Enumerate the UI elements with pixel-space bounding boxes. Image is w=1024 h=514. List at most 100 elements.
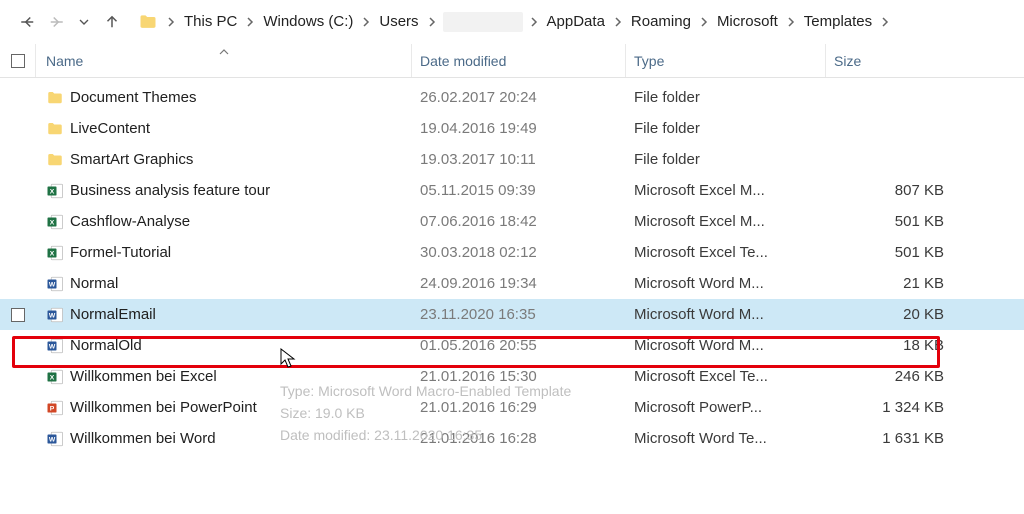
file-row[interactable]: WNormalOld01.05.2016 20:55Microsoft Word…: [0, 330, 1024, 361]
file-date: 21.01.2016 16:28: [412, 430, 626, 447]
folder-icon: [138, 12, 158, 32]
svg-text:X: X: [50, 188, 55, 195]
file-row[interactable]: XFormel-Tutorial30.03.2018 02:12Microsof…: [0, 237, 1024, 268]
file-name: Willkommen bei Word: [70, 430, 216, 447]
file-type: Microsoft Word Te...: [626, 430, 826, 447]
chevron-right-icon[interactable]: [529, 17, 539, 27]
select-all-checkbox[interactable]: [0, 44, 36, 77]
row-checkbox-cell[interactable]: [0, 308, 36, 322]
file-row[interactable]: W Willkommen bei Word 21.01.2016 16:28Micr…: [0, 423, 1024, 454]
svg-text:P: P: [50, 405, 55, 412]
file-size: 1 324 KB: [826, 399, 984, 416]
excel-icon: X: [46, 182, 64, 200]
file-row[interactable]: LiveContent19.04.2016 19:49File folder: [0, 113, 1024, 144]
word-icon: W: [46, 275, 64, 293]
file-date: 19.03.2017 10:11: [412, 151, 626, 168]
row-checkbox[interactable]: [11, 308, 25, 322]
file-type: Microsoft Excel Te...: [626, 244, 826, 261]
column-header-date[interactable]: Date modified: [412, 44, 626, 77]
file-name-cell[interactable]: X Willkommen bei Excel: [36, 368, 412, 386]
chevron-right-icon[interactable]: [245, 17, 255, 27]
file-row[interactable]: PWillkommen bei PowerPoint21.01.2016 16:…: [0, 392, 1024, 423]
chevron-right-icon[interactable]: [699, 17, 709, 27]
breadcrumb-segment[interactable]: Windows (C:): [261, 11, 355, 32]
file-type: Microsoft Word M...: [626, 337, 826, 354]
file-type: Microsoft Word M...: [626, 306, 826, 323]
excel-icon: X: [46, 368, 64, 386]
file-name-cell[interactable]: X Business analysis feature tour: [36, 182, 412, 200]
chevron-right-icon[interactable]: [880, 17, 890, 27]
file-row[interactable]: XBusiness analysis feature tour05.11.201…: [0, 175, 1024, 206]
file-name-cell[interactable]: W Willkommen bei Word: [36, 430, 412, 448]
file-size: 1 631 KB: [826, 430, 984, 447]
file-date: 07.06.2016 18:42: [412, 213, 626, 230]
chevron-right-icon[interactable]: [613, 17, 623, 27]
column-header-size[interactable]: Size: [826, 44, 984, 77]
chevron-right-icon[interactable]: [786, 17, 796, 27]
breadcrumb-segment[interactable]: This PC: [182, 11, 239, 32]
chevron-right-icon[interactable]: [361, 17, 371, 27]
file-type: Microsoft PowerP...: [626, 399, 826, 416]
file-type: File folder: [626, 120, 826, 137]
mouse-cursor-icon: [280, 348, 296, 370]
breadcrumb-segment[interactable]: Roaming: [629, 11, 693, 32]
file-name: Business analysis feature tour: [70, 182, 270, 199]
file-name: NormalEmail: [70, 306, 156, 323]
file-name: Willkommen bei PowerPoint: [70, 399, 257, 416]
recent-locations-dropdown[interactable]: [70, 8, 98, 36]
file-size: 501 KB: [826, 213, 984, 230]
file-name: Cashflow-Analyse: [70, 213, 190, 230]
file-row[interactable]: Document Themes26.02.2017 20:24File fold…: [0, 82, 1024, 113]
svg-text:X: X: [50, 250, 55, 257]
column-label: Size: [834, 53, 861, 69]
svg-text:X: X: [50, 374, 55, 381]
chevron-right-icon[interactable]: [166, 17, 176, 27]
breadcrumb-segment[interactable]: AppData: [545, 11, 607, 32]
file-size: 20 KB: [826, 306, 984, 323]
file-size: 21 KB: [826, 275, 984, 292]
file-row[interactable]: WNormal24.09.2016 19:34Microsoft Word M.…: [0, 268, 1024, 299]
file-name-cell[interactable]: WNormalOld: [36, 337, 412, 355]
back-button[interactable]: [14, 8, 42, 36]
breadcrumb-segment[interactable]: Microsoft: [715, 11, 780, 32]
file-size: 246 KB: [826, 368, 984, 385]
file-name-cell[interactable]: X Cashflow-Analyse: [36, 213, 412, 231]
file-row[interactable]: SmartArt Graphics19.03.2017 10:11File fo…: [0, 144, 1024, 175]
breadcrumb-segment[interactable]: Templates: [802, 11, 874, 32]
svg-text:W: W: [49, 281, 56, 288]
word-icon: W: [46, 306, 64, 324]
file-name-cell[interactable]: P Willkommen bei PowerPoint: [36, 399, 412, 417]
file-row[interactable]: WNormalEmail23.11.2020 16:35Microsoft Wo…: [0, 299, 1024, 330]
column-header-type[interactable]: Type: [626, 44, 826, 77]
file-name-cell[interactable]: W Normal: [36, 275, 412, 293]
breadcrumb[interactable]: This PC Windows (C:) Users AppData Roaming Mi…: [138, 11, 1010, 32]
file-size: 807 KB: [826, 182, 984, 199]
file-type: File folder: [626, 151, 826, 168]
file-name-cell[interactable]: W NormalEmail: [36, 306, 412, 324]
file-name-cell[interactable]: Document Themes: [36, 89, 412, 107]
svg-text:W: W: [49, 436, 56, 443]
file-type: Microsoft Word M...: [626, 275, 826, 292]
file-date: 19.04.2016 19:49: [412, 120, 626, 137]
file-name: Willkommen bei Excel: [70, 368, 217, 385]
file-name: Formel-Tutorial: [70, 244, 171, 261]
file-row[interactable]: XWillkommen bei Excel21.01.2016 15:30Mic…: [0, 361, 1024, 392]
file-name-cell[interactable]: SmartArt Graphics: [36, 151, 412, 169]
file-name-cell[interactable]: LiveContent: [36, 120, 412, 138]
file-row[interactable]: XCashflow-Analyse07.06.2016 18:42Microso…: [0, 206, 1024, 237]
file-name-cell[interactable]: X Formel-Tutorial: [36, 244, 412, 262]
forward-button[interactable]: [42, 8, 70, 36]
svg-text:W: W: [49, 312, 56, 319]
chevron-right-icon[interactable]: [427, 17, 437, 27]
file-size: 501 KB: [826, 244, 984, 261]
file-name: NormalOld: [70, 337, 142, 354]
up-button[interactable]: [98, 8, 126, 36]
breadcrumb-segment[interactable]: [443, 12, 523, 32]
ppt-icon: P: [46, 399, 64, 417]
file-name: Normal: [70, 275, 118, 292]
file-type: Microsoft Excel M...: [626, 182, 826, 199]
column-header-name[interactable]: Name: [36, 44, 412, 77]
excel-icon: X: [46, 213, 64, 231]
breadcrumb-segment[interactable]: Users: [377, 11, 420, 32]
file-type: Microsoft Excel Te...: [626, 368, 826, 385]
